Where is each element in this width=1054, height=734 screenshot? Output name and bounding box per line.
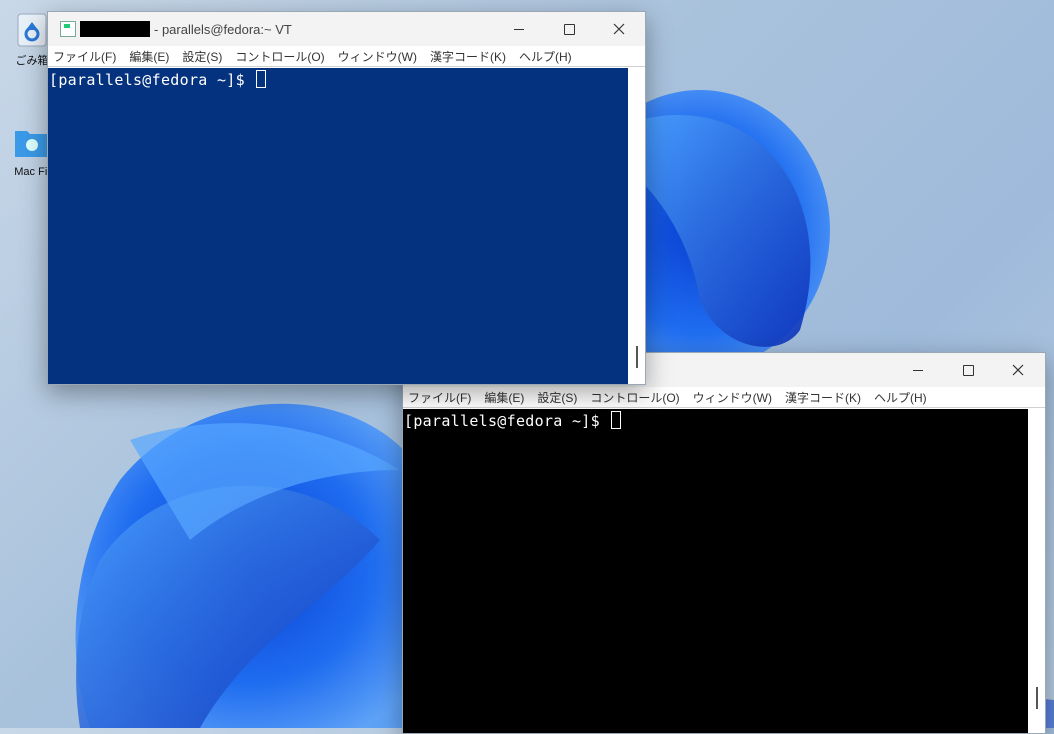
menu-kanji-code[interactable]: 漢字コード(K) xyxy=(780,389,869,406)
menu-edit[interactable]: 編集(E) xyxy=(124,48,177,65)
maximize-button[interactable] xyxy=(544,12,594,46)
menu-bar: ファイル(F) 編集(E) 設定(S) コントロール(O) ウィンドウ(W) 漢… xyxy=(403,387,1045,408)
scrollbar-thumb[interactable] xyxy=(1036,687,1038,709)
terminal-screen[interactable]: [parallels@fedora ~]$ xyxy=(48,68,628,384)
menu-window[interactable]: ウィンドウ(W) xyxy=(688,389,780,406)
menu-help[interactable]: ヘルプ(H) xyxy=(869,389,935,406)
menu-help[interactable]: ヘルプ(H) xyxy=(514,48,580,65)
menu-settings[interactable]: 設定(S) xyxy=(177,48,230,65)
minimize-button[interactable] xyxy=(893,353,943,387)
scrollbar[interactable] xyxy=(1028,409,1045,733)
menu-control[interactable]: コントロール(O) xyxy=(585,389,687,406)
terminal-window-1[interactable]: - parallels@fedora:~ VT ファイル(F) 編集(E) 設定… xyxy=(47,11,646,385)
close-icon xyxy=(613,23,625,35)
teraterm-app-icon xyxy=(60,21,76,37)
scrollbar-thumb[interactable] xyxy=(636,346,638,368)
menu-file[interactable]: ファイル(F) xyxy=(48,48,124,65)
redacted-host xyxy=(80,21,150,37)
terminal-window-2[interactable]: ファイル(F) 編集(E) 設定(S) コントロール(O) ウィンドウ(W) 漢… xyxy=(402,352,1046,734)
menu-file[interactable]: ファイル(F) xyxy=(403,389,479,406)
menu-control[interactable]: コントロール(O) xyxy=(230,48,332,65)
mac-folder-icon xyxy=(12,122,52,162)
menu-settings[interactable]: 設定(S) xyxy=(532,389,585,406)
menu-window[interactable]: ウィンドウ(W) xyxy=(333,48,425,65)
scrollbar[interactable] xyxy=(628,68,645,384)
close-button[interactable] xyxy=(594,12,644,46)
menu-bar: ファイル(F) 編集(E) 設定(S) コントロール(O) ウィンドウ(W) 漢… xyxy=(48,46,645,67)
recycle-bin-icon xyxy=(12,8,52,48)
window-titlebar[interactable]: - parallels@fedora:~ VT xyxy=(48,12,645,46)
menu-edit[interactable]: 編集(E) xyxy=(479,389,532,406)
terminal-prompt: [parallels@fedora ~]$ xyxy=(404,412,610,430)
terminal-prompt: [parallels@fedora ~]$ xyxy=(49,71,255,89)
menu-kanji-code[interactable]: 漢字コード(K) xyxy=(425,48,514,65)
text-cursor xyxy=(611,411,622,429)
close-icon xyxy=(1012,364,1024,376)
maximize-button[interactable] xyxy=(943,353,993,387)
text-cursor xyxy=(256,70,267,88)
close-button[interactable] xyxy=(993,353,1043,387)
minimize-button[interactable] xyxy=(494,12,544,46)
terminal-screen[interactable]: [parallels@fedora ~]$ xyxy=(403,409,1028,733)
window-title: - parallels@fedora:~ VT xyxy=(154,21,292,37)
